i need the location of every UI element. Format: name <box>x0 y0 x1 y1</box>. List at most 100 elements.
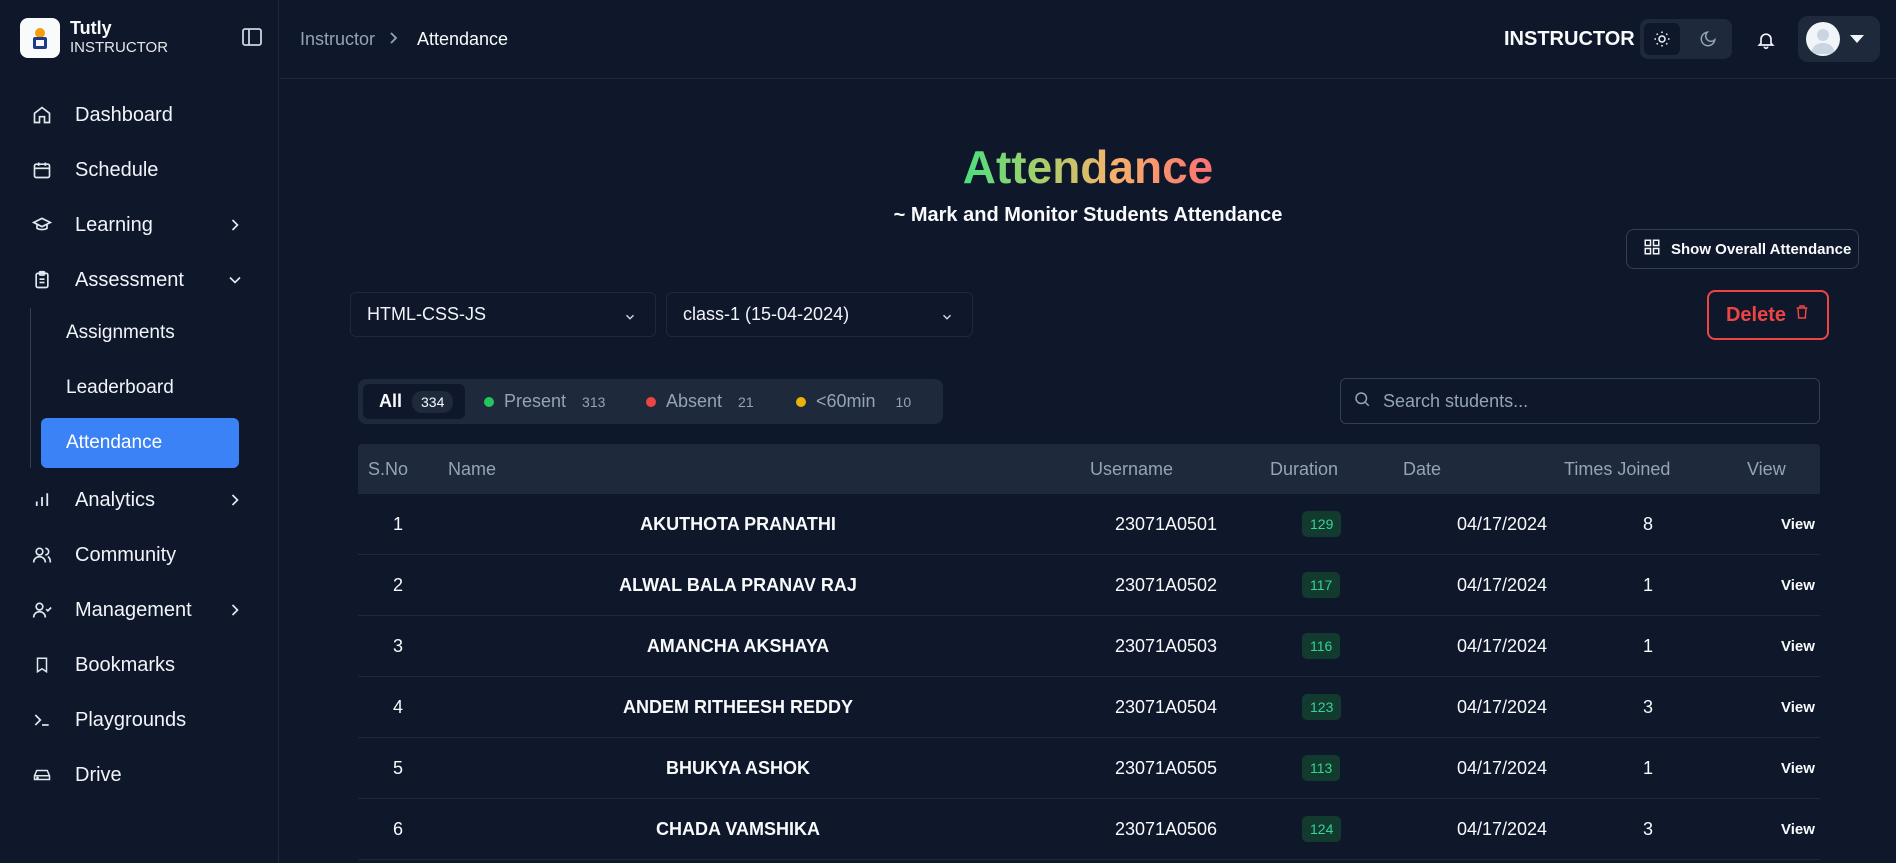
column-header-duration[interactable]: Duration <box>1270 459 1338 480</box>
cell-name: AMANCHA AKSHAYA <box>646 636 830 656</box>
table-row: 1 AKUTHOTA PRANATHI 23071A0501 129 04/17/202… <box>358 494 1820 555</box>
tab-count: 10 <box>895 393 912 410</box>
user-menu[interactable] <box>1798 16 1880 62</box>
search-icon <box>1353 390 1371 413</box>
sidebar-item-label: Assessment <box>75 268 184 291</box>
tutly-logo <box>20 18 60 58</box>
search-box <box>1340 378 1820 424</box>
sidebar-item-label: Community <box>75 543 177 566</box>
table-row: 2 ALWAL BALA PRANAV RAJ 23071A0502 117 04/17… <box>358 555 1820 616</box>
tab-count: 21 <box>738 393 754 410</box>
user-cog-icon <box>30 598 54 622</box>
chevron-right-icon <box>225 600 245 620</box>
course-select-value: HTML-CSS-JS <box>367 304 487 324</box>
class-select[interactable]: class-1 (15-04-2024) <box>666 292 973 337</box>
column-header-sno[interactable]: S.No <box>368 459 408 480</box>
view-button[interactable]: View <box>1758 638 1838 655</box>
brand[interactable]: Tutly INSTRUCTOR <box>20 18 168 58</box>
tab-label: <60min <box>816 391 876 411</box>
cell-sno: 6 <box>392 819 403 839</box>
cell-date: 04/17/2024 <box>1456 758 1548 778</box>
cell-sno: 3 <box>392 636 403 656</box>
search-input[interactable] <box>1383 390 1803 412</box>
cell-username: 23071A0506 <box>1114 819 1218 839</box>
view-button[interactable]: View <box>1758 821 1838 838</box>
sidebar-subitem-attendance[interactable]: Attendance <box>41 418 239 468</box>
theme-toggle <box>1640 19 1732 59</box>
sidebar-item-dashboard[interactable]: Dashboard <box>30 94 245 136</box>
tab-count: 334 <box>412 390 454 413</box>
sidebar-item-bookmarks[interactable]: Bookmarks <box>30 644 245 686</box>
sidebar-item-drive[interactable]: Drive <box>30 754 245 796</box>
moon-icon[interactable] <box>1690 23 1726 55</box>
cell-times-joined: 8 <box>1642 514 1653 534</box>
cell-date: 04/17/2024 <box>1456 575 1548 595</box>
terminal-icon <box>30 708 54 732</box>
sun-icon[interactable] <box>1644 23 1680 55</box>
sidebar-item-assessment[interactable]: Assessment <box>30 259 245 301</box>
show-overall-attendance-label: Show Overall Attendance <box>1671 240 1852 258</box>
chevron-down-icon <box>225 270 245 290</box>
tab-label: Absent <box>666 391 723 411</box>
cell-name: BHUKYA ASHOK <box>665 758 811 778</box>
tab-under-60min[interactable]: <60min 10 <box>796 384 911 419</box>
sidebar-item-community[interactable]: Community <box>30 534 245 576</box>
column-header-name[interactable]: Name <box>448 459 496 480</box>
view-button[interactable]: View <box>1758 699 1838 716</box>
cell-date: 04/17/2024 <box>1456 819 1548 839</box>
bell-icon[interactable] <box>1748 22 1784 58</box>
attendance-table: S.No Name Username Duration Date Times J… <box>358 444 1820 860</box>
tab-absent[interactable]: Absent 21 <box>646 384 754 419</box>
sidebar-subitem-label: Assignments <box>66 322 175 343</box>
course-select[interactable]: HTML-CSS-JS <box>350 292 656 337</box>
sidebar-subitem-assignments[interactable]: Assignments <box>41 308 239 358</box>
duration-badge: 129 <box>1302 511 1342 537</box>
tab-all[interactable]: All 334 <box>363 384 466 419</box>
bookmark-icon <box>30 653 54 677</box>
cell-sno: 4 <box>392 697 403 717</box>
view-button[interactable]: View <box>1758 577 1838 594</box>
column-header-username[interactable]: Username <box>1090 459 1173 480</box>
cell-sno: 2 <box>392 575 403 595</box>
sidebar-item-label: Analytics <box>75 488 156 511</box>
sidebar-item-analytics[interactable]: Analytics <box>30 479 245 521</box>
hard-drive-icon <box>30 763 54 787</box>
breadcrumb-separator-icon <box>388 29 400 50</box>
cell-username: 23071A0503 <box>1114 636 1218 656</box>
cell-username: 23071A0505 <box>1114 758 1218 778</box>
sidebar-subitem-leaderboard[interactable]: Leaderboard <box>41 363 239 413</box>
home-icon <box>30 103 54 127</box>
breadcrumb-current: Attendance <box>417 29 509 49</box>
cell-username: 23071A0501 <box>1114 514 1218 534</box>
cell-date: 04/17/2024 <box>1456 697 1548 717</box>
view-button[interactable]: View <box>1758 760 1838 777</box>
chevron-down-icon <box>623 308 637 329</box>
tab-present[interactable]: Present 313 <box>484 384 605 419</box>
chevron-down-icon <box>940 308 954 329</box>
trash-icon <box>1794 303 1810 327</box>
column-header-date[interactable]: Date <box>1403 459 1441 480</box>
bar-chart-icon <box>30 488 54 512</box>
view-button[interactable]: View <box>1758 516 1838 533</box>
sidebar-subitem-label: Attendance <box>66 432 163 453</box>
table-row: 4 ANDEM RITHEESH REDDY 23071A0504 123 04/17/… <box>358 677 1820 738</box>
breadcrumb-parent[interactable]: Instructor <box>300 29 375 50</box>
layout-grid-icon <box>1643 238 1661 260</box>
tab-count: 313 <box>582 393 606 410</box>
show-overall-attendance-button[interactable]: Show Overall Attendance <box>1626 229 1859 269</box>
table-header: S.No Name Username Duration Date Times J… <box>358 444 1820 494</box>
users-icon <box>30 543 54 567</box>
tab-label: Present <box>504 391 567 411</box>
cell-name: CHADA VAMSHIKA <box>656 819 820 839</box>
class-select-value: class-1 (15-04-2024) <box>683 304 850 324</box>
sidebar-item-label: Bookmarks <box>75 653 176 676</box>
table-row: 6 CHADA VAMSHIKA 23071A0506 124 04/17/2024 3 V… <box>358 799 1820 860</box>
delete-button[interactable]: Delete <box>1707 290 1829 340</box>
column-header-times-joined[interactable]: Times Joined <box>1564 459 1670 480</box>
sidebar-item-management[interactable]: Management <box>30 589 245 631</box>
duration-badge: 123 <box>1302 694 1342 720</box>
role-label: INSTRUCTOR <box>1504 28 1635 50</box>
brand-role: INSTRUCTOR <box>70 39 169 56</box>
sidebar-item-playgrounds[interactable]: Playgrounds <box>30 699 245 741</box>
sidebar-toggle-icon[interactable] <box>242 28 264 48</box>
